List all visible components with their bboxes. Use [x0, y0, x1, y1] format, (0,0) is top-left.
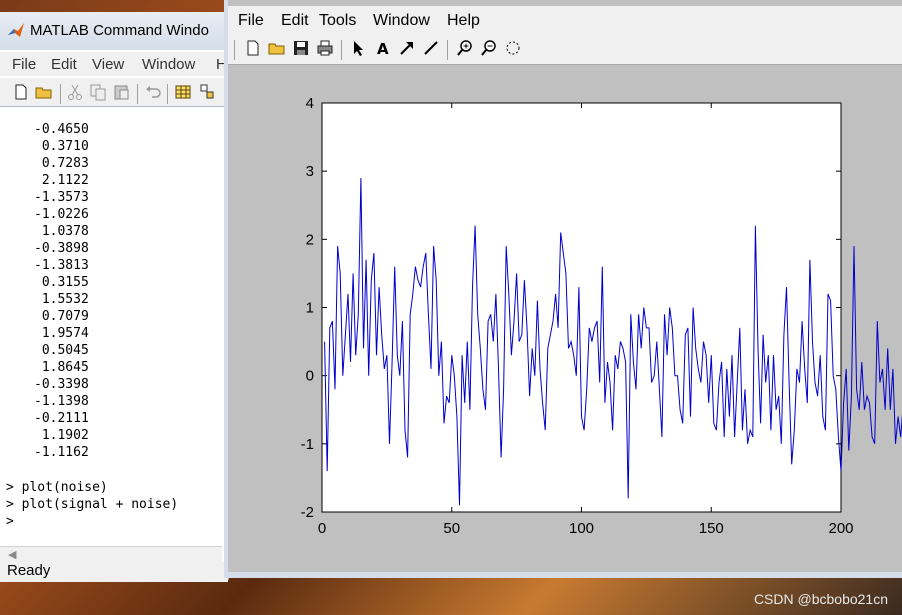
workspace-icon[interactable] [174, 83, 192, 101]
output-value: -1.3813 [34, 258, 89, 273]
output-value: 1.5532 [34, 292, 89, 307]
new-file-icon[interactable] [12, 83, 30, 101]
command-output-area[interactable]: -0.4650 0.3710 0.7283 2.1122 -1.3573 -1.02… [0, 108, 222, 548]
y-tick-label: 3 [306, 163, 314, 180]
output-value: -0.3898 [34, 241, 89, 256]
command-line: > plot(noise) [6, 480, 108, 495]
x-tick-label: 100 [569, 520, 594, 537]
menu-window[interactable]: Window [142, 56, 195, 73]
output-value: 1.8645 [34, 360, 89, 375]
menu-file[interactable]: File [12, 56, 36, 73]
output-value: 0.7079 [34, 309, 89, 324]
watermark: CSDN @bcbobo21cn [753, 591, 888, 607]
command-line: > [6, 514, 14, 529]
y-tick-label: -2 [301, 504, 314, 521]
command-window: MATLAB Command Windo File Edit View Wind… [0, 12, 229, 582]
status-text: Ready [7, 562, 51, 579]
menu-edit[interactable]: Edit [51, 56, 77, 73]
x-tick-label: 150 [699, 520, 724, 537]
x-tick-label: 200 [828, 520, 853, 537]
output-value: 0.7283 [34, 156, 89, 171]
guide-icon[interactable] [198, 83, 216, 101]
command-window-titlebar[interactable]: MATLAB Command Windo [0, 12, 228, 50]
cut-icon[interactable] [66, 83, 84, 101]
plot-canvas: 0 50 100 150 200 -2 -1 0 1 2 3 4 [301, 95, 902, 537]
y-tick-label: 0 [306, 368, 314, 385]
y-tick-label: -1 [301, 436, 314, 453]
status-bar: Ready [0, 562, 228, 582]
copy-icon[interactable] [89, 83, 107, 101]
y-tick-label: 2 [306, 231, 314, 248]
command-line: > plot(signal + noise) [6, 497, 179, 512]
output-value: 0.3710 [34, 139, 89, 154]
scroll-left-icon[interactable]: ◀ [8, 548, 16, 561]
paste-icon[interactable] [112, 83, 130, 101]
matlab-logo-icon [8, 23, 24, 37]
command-window-menubar: File Edit View Window H [0, 52, 228, 76]
y-tick-label: 1 [306, 300, 314, 317]
command-window-toolbar [0, 78, 228, 107]
output-value: -1.1398 [34, 394, 89, 409]
command-window-title: MATLAB Command Windo [30, 22, 209, 39]
output-value: 2.1122 [34, 173, 89, 188]
open-folder-icon[interactable] [35, 83, 53, 101]
output-value: -0.4650 [34, 122, 89, 137]
y-tick-label: 4 [306, 95, 314, 112]
output-value: 1.1902 [34, 428, 89, 443]
x-tick-label: 50 [443, 520, 460, 537]
output-value: -1.1162 [34, 445, 89, 460]
output-value: 0.5045 [34, 343, 89, 358]
output-value: 1.9574 [34, 326, 89, 341]
output-value: -1.3573 [34, 190, 89, 205]
figure-window: File Edit Tools Window Help A 0 50 100 150 2… [224, 0, 902, 578]
output-value: 0.3155 [34, 275, 89, 290]
output-value: -0.3398 [34, 377, 89, 392]
output-value: 1.0378 [34, 224, 89, 239]
horizontal-scrollbar[interactable]: ◀ [0, 546, 222, 563]
x-tick-label: 0 [318, 520, 326, 537]
output-value: -0.2111 [34, 411, 89, 426]
menu-view[interactable]: View [92, 56, 124, 73]
output-value: -1.0226 [34, 207, 89, 222]
plot-axes-box [321, 102, 842, 513]
undo-icon[interactable] [144, 83, 162, 101]
